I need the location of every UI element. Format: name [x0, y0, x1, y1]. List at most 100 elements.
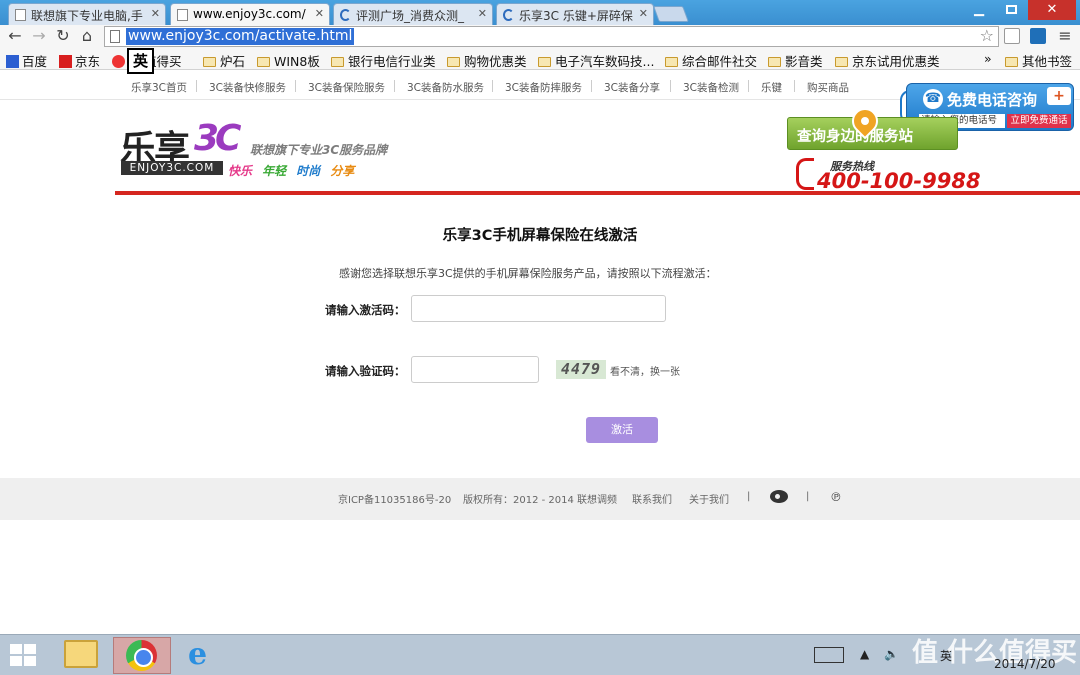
logo-domain: ENJOY3C.COM [121, 161, 223, 175]
volume-icon[interactable]: 🔈 [884, 647, 899, 661]
url-text[interactable]: www.enjoy3c.com/activate.html [126, 28, 355, 45]
reload-icon[interactable]: ↻ [54, 27, 72, 45]
brand-tag: 快乐 [226, 164, 255, 179]
hotline-number: 400-100-9988 [817, 169, 981, 193]
nav-item-repair[interactable]: 3C装备快修服务 [209, 80, 286, 95]
nav-item-share[interactable]: 3C装备分享 [604, 80, 660, 95]
nav-item-detect[interactable]: 3C装备检测 [683, 80, 739, 95]
nav-item-insurance[interactable]: 3C装备保险服务 [308, 80, 385, 95]
bookmarks-bar: 百度 京东 值得买 炉石 WIN8板 银行电信行业类 购物优惠类 电子汽车数码技… [0, 49, 1080, 70]
show-hidden-icons-icon[interactable]: ▲ [860, 647, 869, 661]
bookmark-star-icon[interactable]: ☆ [980, 26, 994, 45]
close-window-button[interactable]: ✕ [1028, 0, 1076, 20]
menu-icon[interactable]: ≡ [1056, 27, 1074, 45]
footer: 京ICP备11035186号-20 版权所有：2012 - 2014 联想调频 … [0, 478, 1080, 520]
brand-tags: 快乐 年轻 时尚 分享 [226, 160, 357, 179]
tab-label: 联想旗下专业电脑,手 [31, 9, 143, 23]
file-explorer-icon[interactable] [64, 640, 98, 668]
brand-tag: 分享 [328, 164, 357, 179]
nav-item-dropproof[interactable]: 3C装备防摔服务 [505, 80, 582, 95]
browser-tab[interactable]: 乐享3C 乐键+屏碎保 ✕ [496, 3, 654, 25]
taskbar-date[interactable]: 2014/7/20 [994, 657, 1056, 671]
tab-strip: 联想旗下专业电脑,手 ✕ www.enjoy3c.com/ ✕ 评测广场_消费众… [0, 0, 1080, 26]
phone-icon [796, 158, 814, 190]
close-tab-icon[interactable]: ✕ [639, 7, 648, 20]
browser-tab-active[interactable]: www.enjoy3c.com/ ✕ [170, 3, 330, 26]
other-bookmarks[interactable]: 其他书签 [1005, 51, 1072, 70]
activate-button[interactable]: 激活 [586, 417, 658, 443]
nav-item-lejian[interactable]: 乐键 [761, 80, 782, 95]
bookmark-item[interactable]: 百度 [6, 51, 47, 70]
browser-tab[interactable]: 联想旗下专业电脑,手 ✕ [8, 3, 166, 25]
bookmark-folder[interactable]: 综合邮件社交 [665, 51, 757, 70]
loading-icon [503, 9, 514, 21]
amazon-extension-icon[interactable] [1004, 28, 1020, 44]
captcha-input[interactable] [411, 356, 539, 383]
brand-slogan: 联想旗下专业3C服务品牌 [250, 143, 388, 157]
internet-explorer-icon[interactable]: e [188, 640, 207, 670]
home-icon[interactable]: ⌂ [78, 27, 96, 45]
phone-icon: ☎ [923, 89, 943, 109]
contact-link[interactable]: 联系我们 [632, 491, 672, 506]
new-tab-button[interactable] [653, 6, 689, 22]
maximize-button[interactable] [996, 0, 1026, 20]
keyboard-icon[interactable] [814, 647, 844, 663]
activation-code-label: 请输入激活码： [325, 303, 406, 317]
weibo-icon[interactable] [770, 490, 788, 503]
nav-item-buy[interactable]: 购买商品 [807, 80, 849, 95]
tab-label: 乐享3C 乐键+屏碎保 [519, 9, 633, 23]
folder-icon [331, 57, 344, 67]
nav-item-waterproof[interactable]: 3C装备防水服务 [407, 80, 484, 95]
bookmark-folder[interactable]: 电子汽车数码技... [538, 51, 654, 70]
bookmark-folder[interactable]: WIN8板 [257, 51, 320, 70]
captcha-image[interactable]: 4479 [556, 360, 606, 379]
ime-indicator[interactable]: 英 [127, 48, 154, 74]
first-aid-icon: + [1047, 87, 1071, 105]
intro-text: 感谢您选择联想乐享3C提供的手机屏幕保险服务产品，请按照以下流程激活： [339, 267, 717, 280]
close-tab-icon[interactable]: ✕ [315, 7, 324, 20]
brand-tag: 时尚 [294, 164, 323, 179]
footer-separator: | [806, 491, 810, 502]
forward-icon[interactable]: → [30, 27, 48, 45]
logo-3c[interactable]: 3C [194, 118, 242, 159]
tab-label: 评测广场_消费众测_ [356, 9, 465, 23]
folder-icon [1005, 57, 1018, 67]
bookmark-folder[interactable]: 购物优惠类 [447, 51, 527, 70]
bookmark-folder[interactable]: 京东试用优惠类 [835, 51, 940, 70]
captcha-refresh-link[interactable]: 看不清，换一张 [610, 363, 680, 378]
bookmark-folder[interactable]: 银行电信行业类 [331, 51, 436, 70]
nav-item-home[interactable]: 乐享3C首页 [131, 80, 187, 95]
close-tab-icon[interactable]: ✕ [478, 7, 487, 20]
browser-tab[interactable]: 评测广场_消费众测_ ✕ [333, 3, 493, 25]
back-icon[interactable]: ← [6, 27, 24, 45]
tencent-weibo-icon[interactable]: ℗ [830, 490, 842, 504]
page-icon [15, 9, 26, 21]
bookmarks-more[interactable]: » [984, 51, 992, 66]
smzdm-icon [112, 55, 125, 68]
activation-code-input[interactable] [411, 295, 666, 322]
header-divider [115, 191, 1080, 195]
page-icon [177, 9, 188, 21]
windows-start-icon[interactable] [10, 644, 38, 668]
folder-icon [538, 57, 551, 67]
brand-tag: 年轻 [260, 164, 289, 179]
minimize-button[interactable]: ▁ [966, 0, 992, 20]
bookmark-item[interactable]: 京东 [59, 51, 100, 70]
loading-icon [340, 9, 351, 21]
folder-icon [665, 57, 678, 67]
folder-icon [768, 57, 781, 67]
icp-number[interactable]: 京ICP备11035186号-20 [338, 491, 451, 506]
copyright: 版权所有：2012 - 2014 联想调频 [463, 495, 618, 506]
call-widget-title: 免费电话咨询 [947, 91, 1038, 109]
close-tab-icon[interactable]: ✕ [151, 7, 160, 20]
bookmark-folder[interactable]: 影音类 [768, 51, 823, 70]
chrome-icon[interactable] [126, 640, 157, 671]
jd-icon [59, 55, 72, 68]
about-link[interactable]: 关于我们 [689, 491, 729, 506]
footer-separator: | [747, 491, 751, 502]
bookmark-folder[interactable]: 炉石 [203, 51, 245, 70]
extension-icon[interactable] [1030, 28, 1046, 44]
address-bar[interactable]: www.enjoy3c.com/activate.html ☆ [104, 26, 999, 47]
free-call-button[interactable]: 立即免费通话 [1007, 114, 1071, 128]
page-title: 乐享3C手机屏幕保险在线激活 [442, 228, 638, 244]
